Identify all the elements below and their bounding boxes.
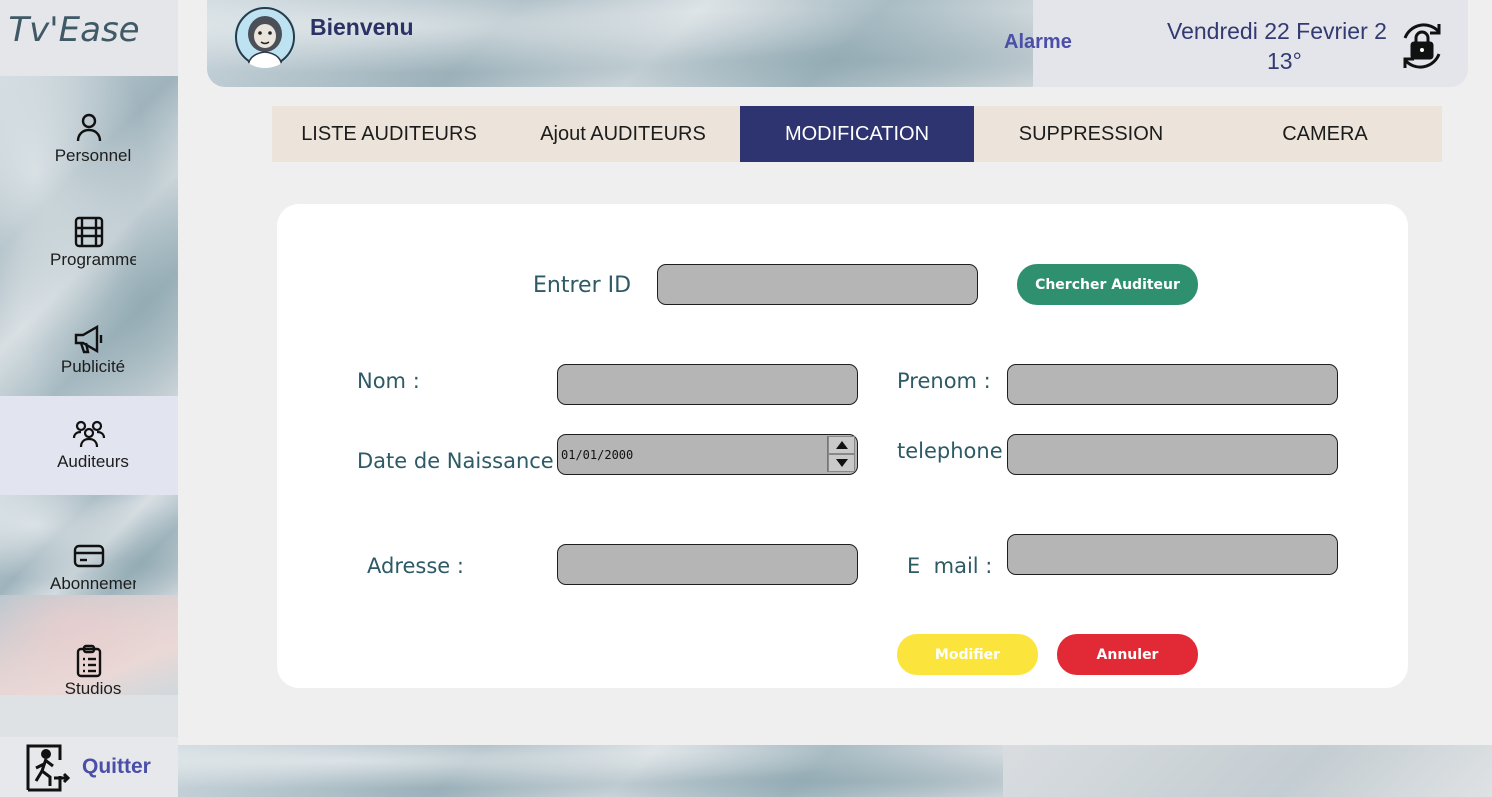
email-input[interactable]	[1007, 534, 1338, 575]
current-date: Vendredi 22 Fevrier 2	[1167, 18, 1387, 44]
edit-form-card: Entrer ID Chercher Auditeur Nom : Prenom…	[277, 204, 1408, 688]
spinner-up-button[interactable]	[828, 436, 855, 454]
footer-background-right	[1003, 745, 1492, 797]
sidebar-item-programmes[interactable]: Programmes	[0, 204, 178, 304]
quit-button[interactable]: Quitter	[0, 737, 178, 797]
clipboard-icon	[76, 644, 102, 678]
nom-input[interactable]	[557, 364, 858, 405]
app-logo: Tv'Ease	[8, 10, 140, 50]
sidebar-item-abonnements[interactable]: Abonnements	[0, 528, 178, 628]
email-label: E mail :	[907, 554, 993, 578]
users-icon	[72, 420, 106, 448]
caret-up-icon	[835, 441, 848, 449]
sidebar-item-studios[interactable]: Studios	[0, 633, 178, 733]
birth-date-input[interactable]: 01/01/2000	[557, 434, 858, 475]
welcome-text: Bienvenu	[310, 14, 414, 40]
address-label: Adresse :	[367, 554, 464, 578]
footer	[178, 745, 1492, 797]
tab-liste-auditeurs[interactable]: LISTE AUDITEURS	[272, 106, 506, 162]
sidebar: Tv'Ease Personnel Programmes Publicité A…	[0, 0, 178, 797]
tab-bar: LISTE AUDITEURS Ajout AUDITEURS MODIFICA…	[272, 106, 1442, 162]
megaphone-icon	[74, 324, 103, 354]
temperature: 13°	[1267, 48, 1302, 74]
prenom-input[interactable]	[1007, 364, 1338, 405]
logo-area: Tv'Ease	[0, 0, 178, 76]
header: Bienvenu Alarme Vendredi 22 Fevrier 2 13…	[207, 0, 1468, 87]
sidebar-item-label: Studios	[64, 679, 122, 698]
avatar[interactable]	[234, 6, 296, 68]
alarm-link[interactable]: Alarme	[1004, 31, 1072, 54]
lock-refresh-icon[interactable]	[1397, 20, 1447, 72]
gorilla-avatar-icon	[234, 6, 296, 68]
sidebar-item-label: Auditeurs	[57, 452, 129, 471]
cancel-button[interactable]: Annuler	[1057, 634, 1198, 675]
address-input[interactable]	[557, 544, 858, 585]
spinner-down-button[interactable]	[828, 454, 855, 472]
caret-down-icon	[835, 459, 848, 467]
sidebar-item-label: Abonnements	[50, 574, 136, 593]
film-icon	[74, 216, 104, 248]
sidebar-item-label: Programmes	[50, 250, 136, 269]
card-icon	[73, 544, 105, 568]
tab-camera[interactable]: CAMERA	[1208, 106, 1442, 162]
modify-button[interactable]: Modifier	[897, 634, 1038, 675]
telephone-input[interactable]	[1007, 434, 1338, 475]
nom-label: Nom :	[357, 369, 420, 393]
id-label: Entrer ID	[533, 273, 632, 298]
telephone-label: telephone	[897, 439, 1003, 463]
sidebar-item-auditeurs[interactable]: Auditeurs	[0, 396, 178, 495]
prenom-label: Prenom :	[897, 369, 991, 393]
sidebar-item-personnel[interactable]: Personnel	[0, 100, 178, 200]
exit-icon	[26, 744, 71, 792]
quit-label: Quitter	[82, 755, 151, 778]
search-auditeur-button[interactable]: Chercher Auditeur	[1017, 264, 1198, 305]
footer-background	[178, 745, 1003, 797]
sidebar-item-label: Publicité	[60, 357, 126, 376]
sidebar-item-label: Personnel	[54, 146, 132, 165]
id-input[interactable]	[657, 264, 978, 305]
tab-ajout-auditeurs[interactable]: Ajout AUDITEURS	[506, 106, 740, 162]
birth-date-value: 01/01/2000	[561, 447, 634, 462]
tab-modification[interactable]: MODIFICATION	[740, 106, 974, 162]
user-icon	[76, 113, 102, 142]
date-spinner	[827, 436, 855, 472]
tab-suppression[interactable]: SUPPRESSION	[974, 106, 1208, 162]
birth-date-label: Date de Naissance :	[357, 449, 568, 473]
